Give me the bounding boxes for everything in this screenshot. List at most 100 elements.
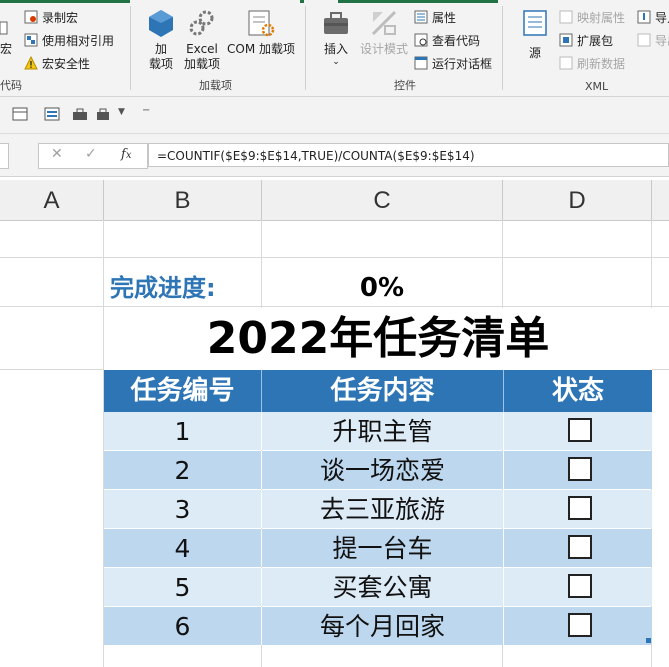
table-row: 3 去三亚旅游	[104, 490, 652, 528]
column-header-c[interactable]: C	[262, 180, 503, 220]
task-content-cell[interactable]: 去三亚旅游	[262, 490, 503, 528]
warning-icon	[24, 56, 38, 70]
worksheet-grid[interactable]: 完成进度: 0% 2022年任务清单 任务编号 任务内容 状态 1 升职主管 2…	[0, 220, 669, 667]
toolbox-dropdown-icon[interactable]	[96, 107, 112, 121]
design-mode-button[interactable]: 设计模式	[356, 8, 412, 57]
relative-reference-icon	[24, 33, 38, 47]
formula-input[interactable]: =COUNTIF($E$9:$E$14,TRUE)/COUNTA($E$9:$E…	[148, 143, 669, 167]
excel-addins-button[interactable]: Excel 加载项	[181, 8, 223, 72]
xml-source-icon	[523, 10, 547, 36]
name-box[interactable]	[0, 143, 9, 169]
table-row: 4 提一台车	[104, 529, 652, 567]
quick-access-toolbar: ▼ −	[0, 97, 669, 134]
column-header-e[interactable]	[652, 180, 669, 220]
table-row: 2 谈一场恋爱	[104, 451, 652, 489]
view-code-icon	[414, 33, 428, 47]
header-status[interactable]: 状态	[504, 370, 652, 412]
toolbox-icon	[324, 12, 348, 34]
header-task-content[interactable]: 任务内容	[262, 370, 503, 412]
table-resize-handle[interactable]	[646, 638, 651, 643]
task-content-cell[interactable]: 升职主管	[262, 412, 503, 450]
table-header: 任务编号 任务内容 状态	[104, 370, 652, 412]
task-content-cell[interactable]: 谈一场恋爱	[262, 451, 503, 489]
addins-group-label: 加载项	[199, 79, 232, 92]
macro-security-button[interactable]: 宏安全性	[24, 53, 90, 73]
map-properties-button[interactable]: 映射属性	[559, 7, 625, 27]
expansion-packs-label: 扩展包	[577, 33, 614, 48]
task-content-cell[interactable]: 提一台车	[262, 529, 503, 567]
sheet-title[interactable]: 2022年任务清单	[104, 308, 652, 370]
chevron-down-icon: ⌄	[332, 57, 340, 67]
table-row: 5 买套公寓	[104, 568, 652, 606]
excel-addins-label-1: Excel	[186, 42, 218, 56]
relative-reference-button[interactable]: 使用相对引用	[24, 30, 114, 50]
map-properties-icon	[559, 10, 573, 24]
task-content-cell[interactable]: 每个月回家	[262, 607, 503, 645]
design-mode-icon	[371, 10, 397, 36]
import-button[interactable]: 导入	[637, 7, 669, 27]
enter-icon[interactable]: ✓	[85, 146, 97, 162]
status-checkbox[interactable]	[568, 574, 592, 598]
task-number-cell[interactable]: 6	[104, 607, 261, 645]
refresh-data-label: 刷新数据	[577, 56, 626, 71]
expansion-packs-icon	[559, 33, 573, 47]
chevron-down-icon[interactable]: ▼	[118, 107, 125, 117]
task-number-cell[interactable]: 2	[104, 451, 261, 489]
record-macro-label: 录制宏	[42, 10, 79, 25]
cell-divider	[503, 529, 504, 567]
view-code-button[interactable]: 查看代码	[414, 30, 480, 50]
toolbox-icon[interactable]	[72, 107, 88, 121]
cell-divider	[503, 490, 504, 528]
addins-hexagon-icon	[149, 10, 173, 37]
macros-label: 宏	[0, 41, 13, 56]
controls-group-label: 控件	[394, 79, 416, 92]
insert-label: 插入	[323, 42, 348, 56]
status-checkbox[interactable]	[568, 496, 592, 520]
addins-button[interactable]: 加 载项	[141, 8, 181, 72]
export-button[interactable]: 导出	[637, 30, 669, 50]
task-number-cell[interactable]: 1	[104, 412, 261, 450]
import-label: 导入	[655, 10, 669, 25]
insert-function-icon[interactable]: fx	[121, 147, 131, 162]
properties-label: 属性	[432, 10, 457, 25]
column-headers: A B C D	[0, 180, 669, 221]
progress-value[interactable]: 0%	[262, 270, 502, 306]
customize-toolbar-icon[interactable]: −	[142, 105, 150, 116]
task-content-cell[interactable]: 买套公寓	[262, 568, 503, 606]
column-header-d[interactable]: D	[503, 180, 652, 220]
header-task-number[interactable]: 任务编号	[104, 370, 261, 412]
run-dialog-button[interactable]: 运行对话框	[414, 53, 492, 73]
properties-button[interactable]: 属性	[414, 7, 456, 27]
com-addins-button[interactable]: COM 加载项	[225, 8, 297, 57]
column-header-b[interactable]: B	[104, 180, 262, 220]
expansion-packs-button[interactable]: 扩展包	[559, 30, 613, 50]
insert-control-button[interactable]: 插入 ⌄	[316, 8, 356, 67]
macro-icon	[0, 21, 8, 35]
status-checkbox[interactable]	[568, 613, 592, 637]
progress-label: 完成进度:	[110, 274, 216, 302]
task-number-cell[interactable]: 4	[104, 529, 261, 567]
macro-icon-partial[interactable]	[0, 18, 8, 38]
column-header-a[interactable]: A	[0, 180, 104, 220]
cell-divider	[503, 412, 504, 450]
task-number-cell[interactable]: 5	[104, 568, 261, 606]
xml-source-button[interactable]: 源	[517, 8, 553, 61]
record-macro-button[interactable]: 录制宏	[24, 7, 78, 27]
cancel-icon[interactable]: ✕	[51, 146, 63, 162]
status-checkbox[interactable]	[568, 457, 592, 481]
xml-group: 源 映射属性 扩展包 刷新数据 导入 导出 XML	[503, 0, 669, 96]
status-checkbox[interactable]	[568, 535, 592, 559]
status-checkbox[interactable]	[568, 418, 592, 442]
task-number-cell[interactable]: 3	[104, 490, 261, 528]
form-icon[interactable]	[44, 107, 60, 121]
xml-source-label: 源	[528, 46, 541, 60]
run-dialog-label: 运行对话框	[432, 56, 493, 71]
cell-divider	[503, 607, 504, 645]
macros-button[interactable]: 宏	[0, 38, 12, 58]
export-icon	[637, 33, 651, 47]
table-row: 1 升职主管	[104, 412, 652, 450]
design-mode-label: 设计模式	[359, 42, 408, 56]
code-group-label: 代码	[0, 79, 22, 92]
refresh-data-button[interactable]: 刷新数据	[559, 53, 625, 73]
worksheet-icon[interactable]	[12, 107, 28, 121]
